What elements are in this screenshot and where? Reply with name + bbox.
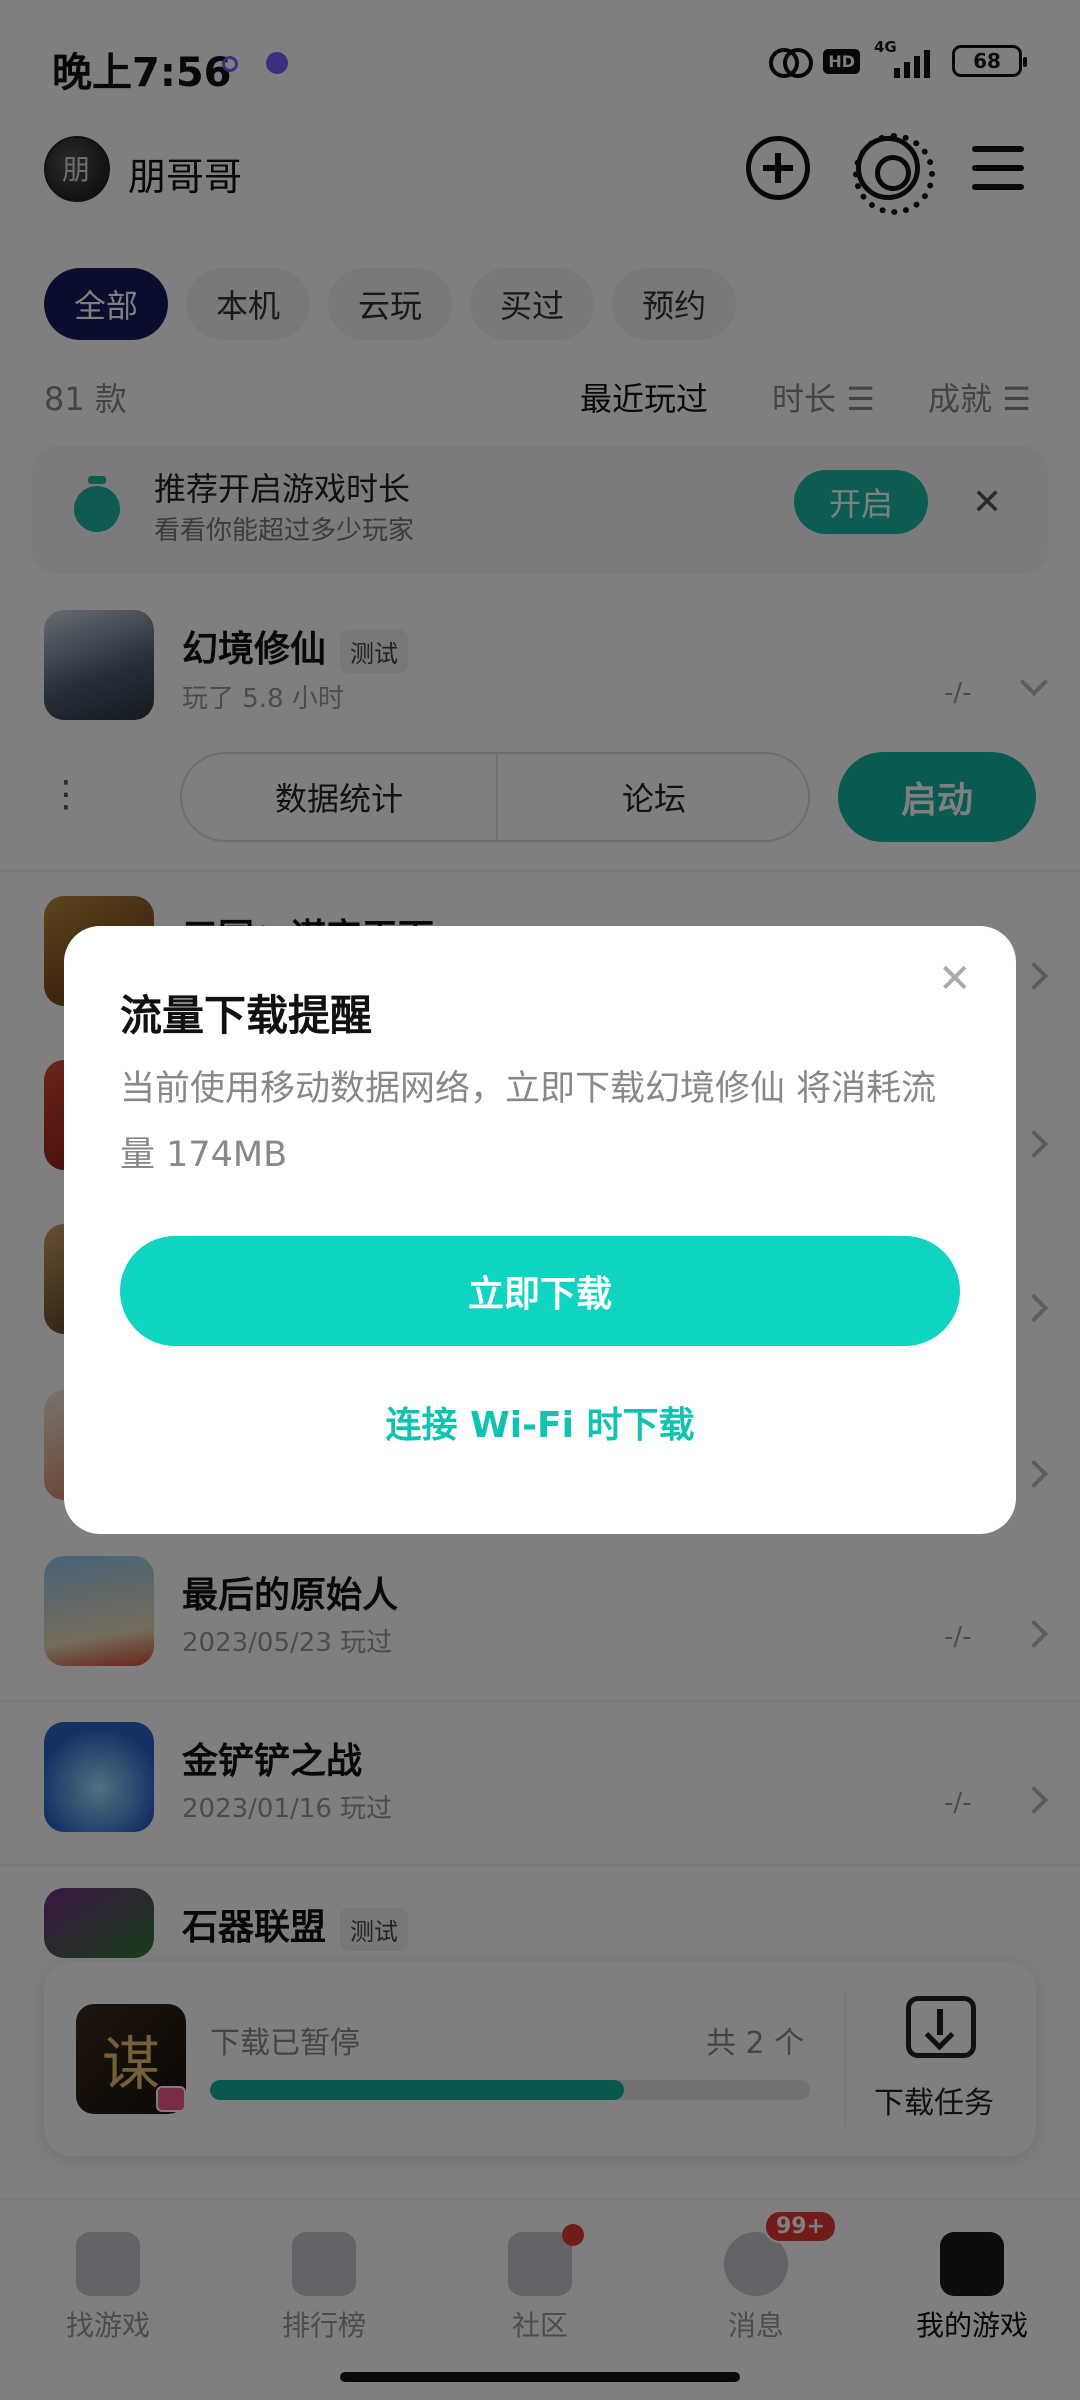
data-download-dialog: ✕ 流量下载提醒 当前使用移动数据网络，立即下载幻境修仙 将消耗流量 174MB…: [64, 926, 1016, 1534]
close-icon[interactable]: ✕: [938, 956, 972, 1002]
download-now-button[interactable]: 立即下载: [120, 1236, 960, 1346]
dialog-message: 当前使用移动数据网络，立即下载幻境修仙 将消耗流量 174MB: [120, 1069, 937, 1175]
app-root: 晚上7:56 HD 4G 68 朋 朋哥哥 全部 本机 云玩 买过 预约 81 …: [0, 0, 1080, 2400]
dialog-title: 流量下载提醒: [120, 991, 373, 1040]
download-on-wifi-button[interactable]: 连接 Wi-Fi 时下载: [64, 1396, 1016, 1448]
